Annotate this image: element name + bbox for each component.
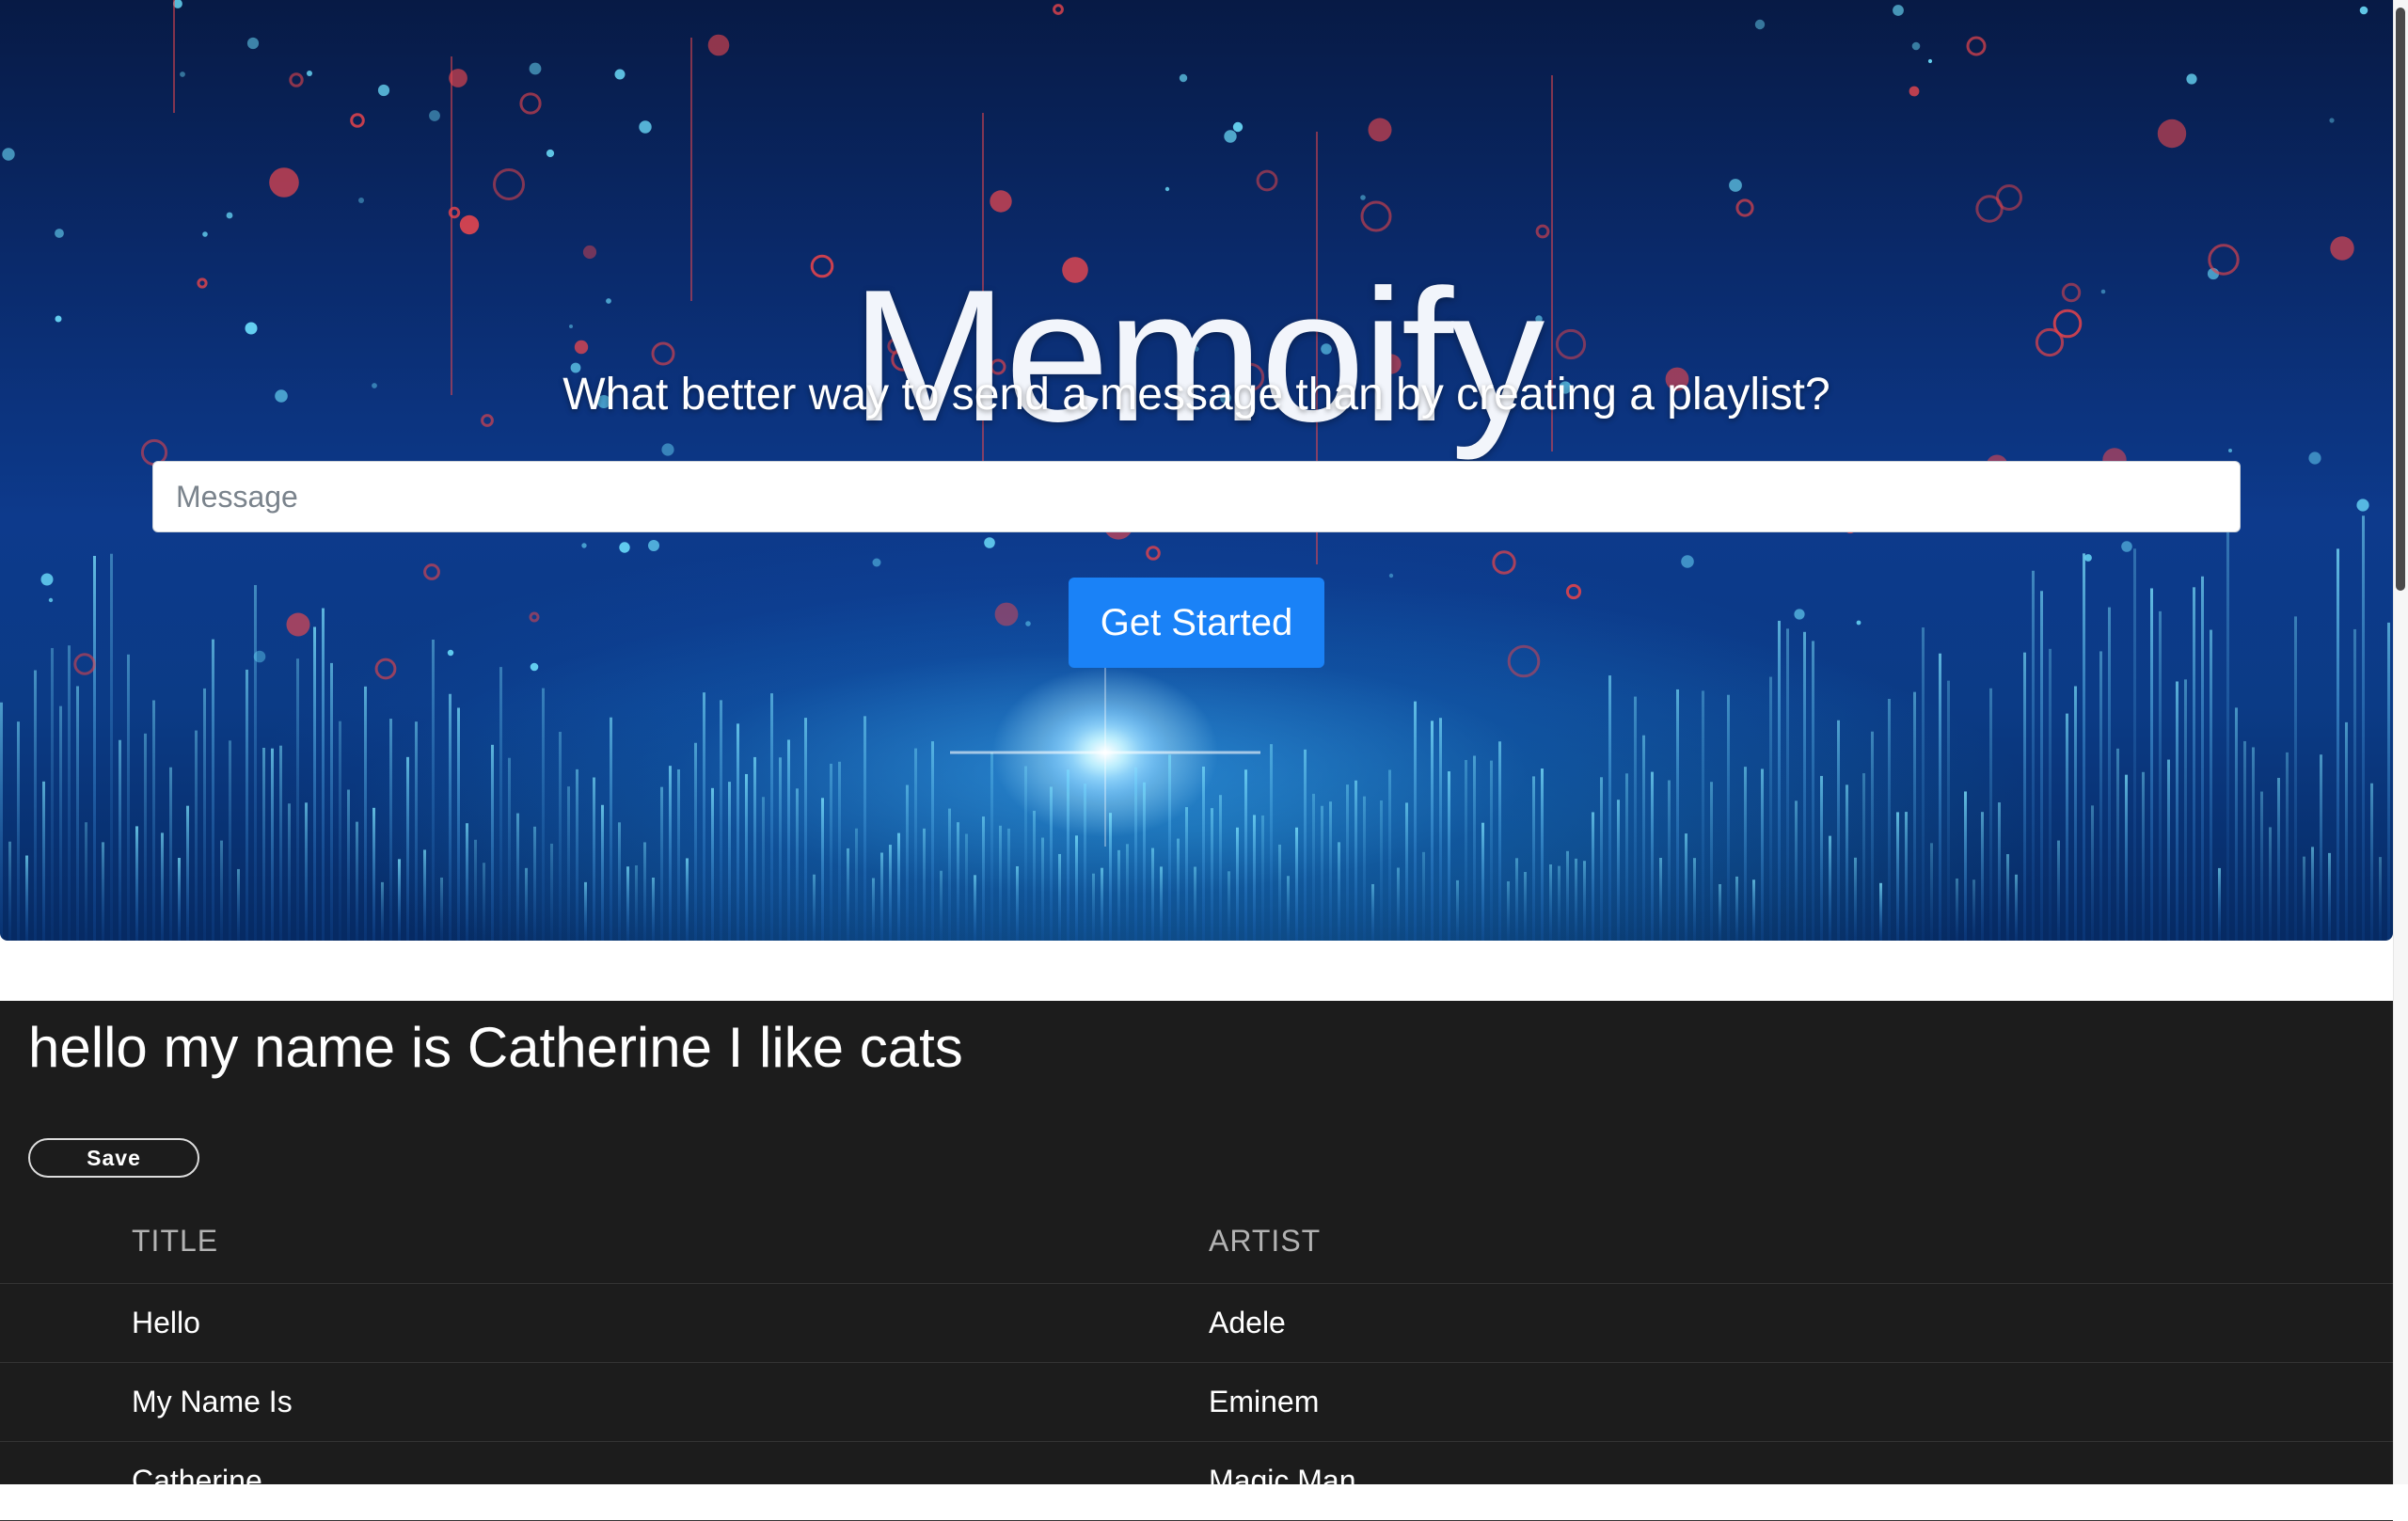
- save-button[interactable]: Save: [28, 1138, 199, 1178]
- track-table: TITLE ARTIST Hello Adele My Name Is Emin…: [0, 1200, 2393, 1521]
- hero-subtitle: What better way to send a message than b…: [562, 370, 1830, 420]
- hero-banner: Memoify What better way to send a messag…: [0, 0, 2393, 941]
- track-title: Catherine: [0, 1441, 1209, 1521]
- table-header-row: TITLE ARTIST: [0, 1200, 2393, 1284]
- track-title: Hello: [0, 1283, 1209, 1363]
- column-header-title[interactable]: TITLE: [0, 1200, 1209, 1284]
- track-title: My Name Is: [0, 1362, 1209, 1442]
- app-title: Memoify: [850, 251, 1545, 461]
- table-row[interactable]: Catherine Magic Man: [0, 1441, 2393, 1521]
- get-started-button[interactable]: Get Started: [1069, 578, 1324, 668]
- page-scrollbar-thumb[interactable]: [2396, 8, 2405, 591]
- track-artist: Eminem: [1209, 1362, 2393, 1442]
- message-input[interactable]: [152, 461, 2241, 532]
- table-row[interactable]: My Name Is Eminem: [0, 1362, 2393, 1442]
- playlist-panel: hello my name is Catherine I like cats S…: [0, 1001, 2393, 1521]
- column-header-artist[interactable]: ARTIST: [1209, 1200, 2393, 1284]
- track-artist: Adele: [1209, 1283, 2393, 1363]
- track-artist: Magic Man: [1209, 1441, 2393, 1521]
- playlist-message: hello my name is Catherine I like cats: [28, 1016, 963, 1079]
- table-row[interactable]: Hello Adele: [0, 1283, 2393, 1363]
- hero-content: Memoify What better way to send a messag…: [0, 0, 2393, 941]
